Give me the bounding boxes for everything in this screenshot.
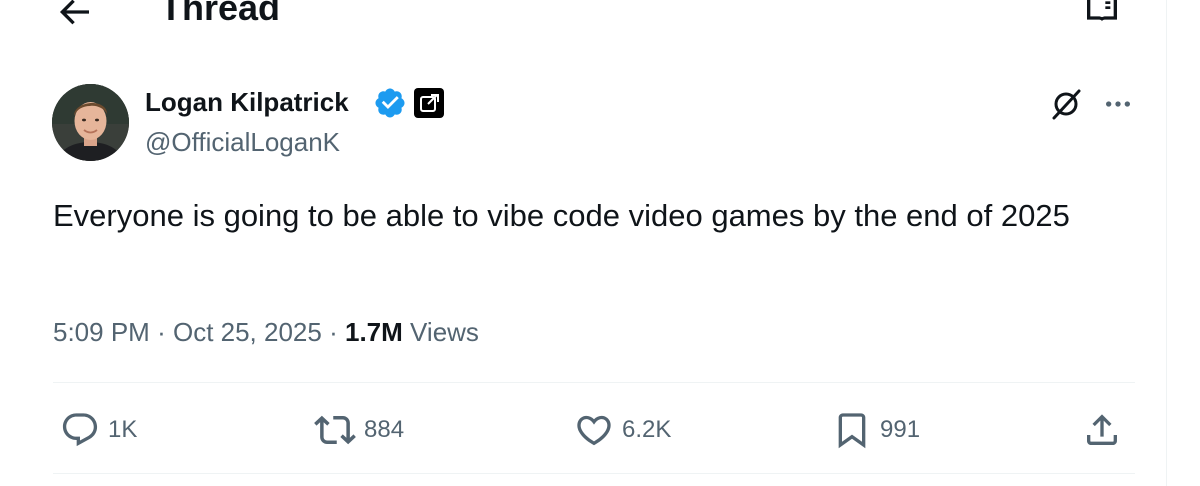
- like-count: 6.2K: [622, 416, 672, 443]
- heart-icon: [577, 415, 611, 446]
- repost-count: 884: [364, 416, 405, 443]
- like-button[interactable]: 6.2K: [574, 406, 671, 454]
- repost-icon: [314, 415, 356, 445]
- tweet-detail-page: Thread Logan Kilpatrick @OfficialLoganK …: [0, 0, 1200, 486]
- divider-bottom: [53, 473, 1135, 474]
- arrow-left-icon: [59, 0, 89, 25]
- views-label: Views: [410, 317, 479, 347]
- avatar-image: [52, 84, 129, 161]
- column-border: [1166, 0, 1167, 486]
- affiliate-badge[interactable]: [414, 88, 444, 118]
- divider-top: [53, 382, 1135, 383]
- affiliate-badge-icon: [420, 94, 439, 112]
- reader-mode-icon: [1087, 0, 1117, 22]
- meta-separator: ·: [329, 317, 338, 347]
- back-button[interactable]: [52, 0, 96, 34]
- views-count: 1.7M: [345, 317, 403, 347]
- grok-button[interactable]: [1044, 82, 1088, 126]
- more-dots-icon: [1106, 101, 1130, 107]
- meta-separator: ·: [157, 317, 166, 347]
- reply-icon: [62, 413, 98, 447]
- avatar[interactable]: [52, 84, 129, 161]
- share-icon: [1087, 414, 1117, 445]
- reader-mode-button[interactable]: [1078, 0, 1126, 30]
- grok-icon: [1052, 89, 1081, 120]
- author-handle[interactable]: @OfficialLoganK: [145, 126, 340, 158]
- bookmark-button[interactable]: 991: [832, 406, 920, 454]
- repost-button[interactable]: 884: [314, 406, 404, 454]
- reply-count: 1K: [108, 416, 138, 443]
- more-options-button[interactable]: [1096, 82, 1140, 126]
- bookmark-icon: [838, 413, 866, 449]
- tweet-text: Everyone is going to be able to vibe cod…: [53, 198, 1070, 233]
- tweet-date[interactable]: Oct 25, 2025: [173, 317, 322, 347]
- tweet-meta: 5:09 PM · Oct 25, 2025 · 1.7M Views: [53, 312, 479, 352]
- reply-button[interactable]: 1K: [60, 406, 137, 454]
- author-name[interactable]: Logan Kilpatrick: [145, 86, 349, 118]
- bookmark-count: 991: [880, 416, 921, 443]
- tweet-time[interactable]: 5:09 PM: [53, 317, 150, 347]
- verified-badge-icon: [375, 88, 405, 118]
- share-button[interactable]: [1082, 406, 1122, 454]
- page-title: Thread: [160, 0, 281, 28]
